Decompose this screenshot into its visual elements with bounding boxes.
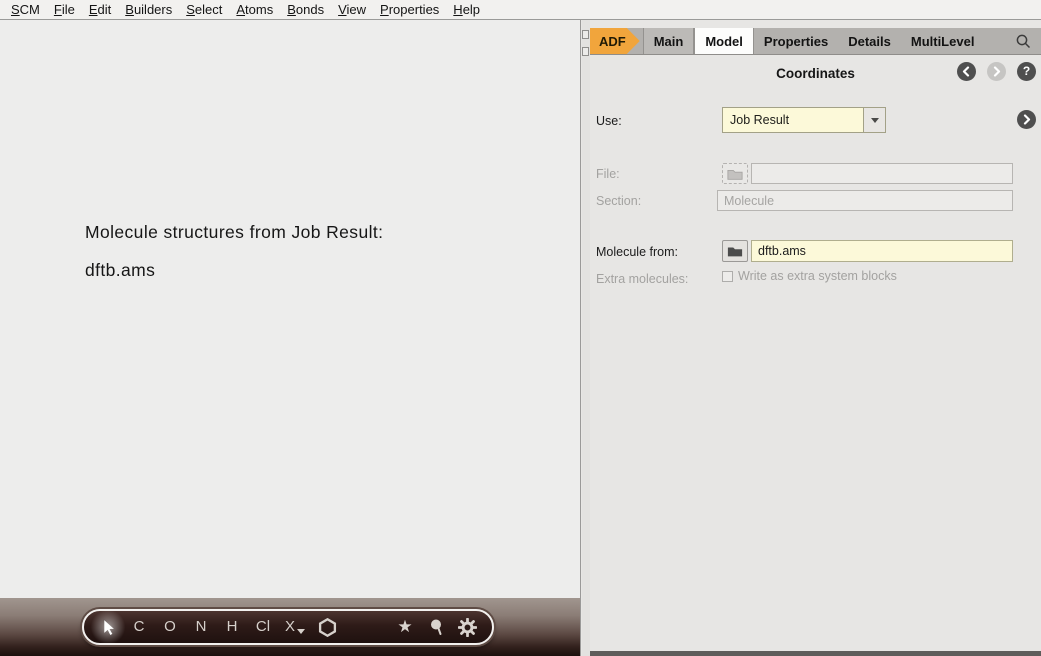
splitter-handle-bottom[interactable] <box>582 47 589 56</box>
cursor-glow <box>90 609 126 645</box>
element-button-o[interactable]: O <box>161 612 179 642</box>
extra-molecules-label: Extra molecules: <box>596 272 688 286</box>
menu-builders[interactable]: Builders <box>118 1 179 18</box>
menu-select[interactable]: Select <box>179 1 229 18</box>
file-label: File: <box>596 167 620 181</box>
atom-toolbar: C O N H Cl X ★ <box>82 609 494 645</box>
menu-file[interactable]: File <box>47 1 82 18</box>
tab-adf[interactable]: ADF <box>590 28 640 54</box>
tab-main[interactable]: Main <box>643 28 695 54</box>
gear-icon <box>458 618 477 637</box>
forward-button <box>987 62 1006 81</box>
molecule-from-label: Molecule from: <box>596 245 678 259</box>
splitter-handle-top[interactable] <box>582 30 589 39</box>
use-label: Use: <box>596 114 622 128</box>
extra-molecules-checkbox-label: Write as extra system blocks <box>738 269 897 283</box>
molecule-viewport[interactable]: Molecule structures from Job Result: dft… <box>0 20 581 656</box>
molecule-from-browse-button[interactable] <box>722 240 748 262</box>
search-button[interactable] <box>1015 28 1041 54</box>
select-cursor-tool[interactable] <box>99 612 117 642</box>
element-x-dropdown-caret-icon <box>297 629 305 634</box>
pointer-balloon-tool-button[interactable] <box>427 612 445 642</box>
panel-splitter[interactable] <box>582 20 590 656</box>
element-button-n[interactable]: N <box>192 612 210 642</box>
tab-bar: ADF Main Model Properties Details MultiL… <box>590 28 1041 55</box>
element-label-c: C <box>134 612 145 642</box>
chevron-left-icon <box>961 66 972 77</box>
molecule-from-field[interactable] <box>751 240 1013 262</box>
folder-icon <box>727 245 743 257</box>
chevron-down-icon <box>871 118 879 123</box>
tab-model[interactable]: Model <box>694 28 754 54</box>
element-button-cl[interactable]: Cl <box>254 612 272 642</box>
menu-help[interactable]: Help <box>446 1 487 18</box>
element-button-x[interactable]: X <box>285 612 305 642</box>
viewport-bottom-band: C O N H Cl X ★ <box>0 598 580 656</box>
menu-properties[interactable]: Properties <box>373 1 446 18</box>
settings-tool-button[interactable] <box>458 612 477 642</box>
input-panel: ADF Main Model Properties Details MultiL… <box>590 20 1041 656</box>
structures-tool-button[interactable]: ★ <box>396 612 414 642</box>
panel-bottom-border <box>590 651 1041 656</box>
menu-bonds[interactable]: Bonds <box>280 1 331 18</box>
viewport-filename: dftb.ams <box>85 260 155 281</box>
viewport-message: Molecule structures from Job Result: <box>85 222 383 243</box>
element-button-h[interactable]: H <box>223 612 241 642</box>
use-dropdown[interactable]: Job Result <box>722 107 886 133</box>
folder-icon <box>727 168 743 180</box>
section-label: Section: <box>596 194 641 208</box>
extra-molecules-checkbox <box>722 271 733 282</box>
element-label-x: X <box>285 612 295 642</box>
tab-details[interactable]: Details <box>838 28 901 54</box>
element-button-c[interactable]: C <box>130 612 148 642</box>
menu-edit[interactable]: Edit <box>82 1 118 18</box>
file-path-field <box>751 163 1013 184</box>
use-dropdown-value: Job Result <box>723 113 863 127</box>
star-icon: ★ <box>397 612 412 642</box>
element-label-o: O <box>164 612 176 642</box>
chevron-right-icon <box>1021 114 1032 125</box>
tab-multilevel[interactable]: MultiLevel <box>901 28 985 54</box>
panel-nav-buttons: ? <box>957 62 1036 81</box>
balloon-pin-icon <box>428 618 445 636</box>
menu-view[interactable]: View <box>331 1 373 18</box>
back-button[interactable] <box>957 62 976 81</box>
element-label-n: N <box>196 612 207 642</box>
chevron-right-icon <box>991 66 1002 77</box>
use-dropdown-button[interactable] <box>863 108 885 132</box>
help-button[interactable]: ? <box>1017 62 1036 81</box>
search-icon <box>1015 33 1032 50</box>
file-browse-button <box>722 163 748 184</box>
section-field <box>717 190 1013 211</box>
menu-bar: SCM File Edit Builders Select Atoms Bond… <box>0 0 1041 20</box>
menu-atoms[interactable]: Atoms <box>229 1 280 18</box>
hexagon-ring-icon <box>318 618 337 637</box>
menu-scm[interactable]: SCM <box>4 1 47 18</box>
question-mark-icon: ? <box>1023 62 1030 81</box>
tab-properties[interactable]: Properties <box>754 28 838 54</box>
element-label-h: H <box>227 612 238 642</box>
ring-tool-button[interactable] <box>318 612 337 642</box>
element-label-cl: Cl <box>256 612 270 642</box>
use-detail-button[interactable] <box>1017 110 1036 129</box>
